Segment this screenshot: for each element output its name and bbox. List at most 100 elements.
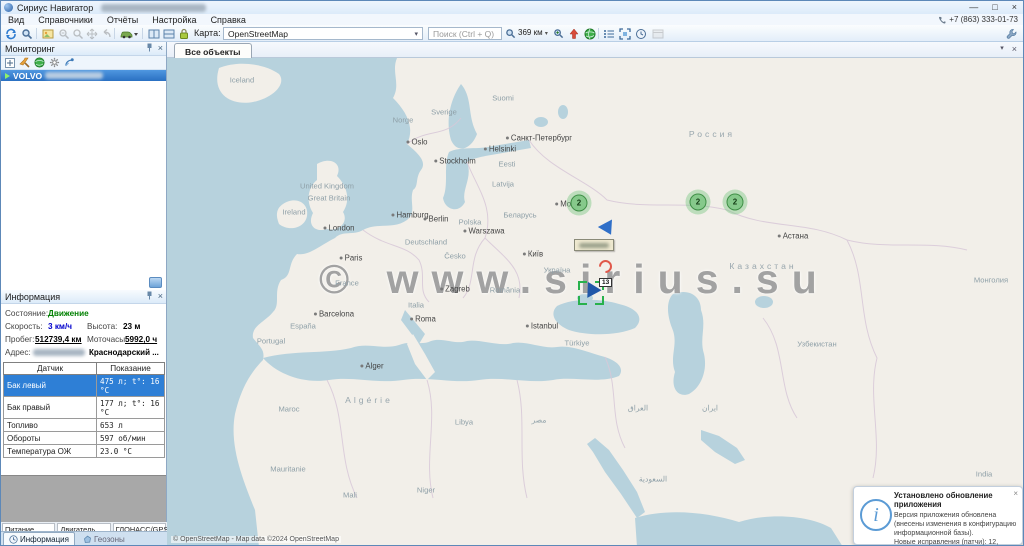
- close-button[interactable]: ×: [1012, 2, 1017, 12]
- map-select[interactable]: OpenStreetMap ▾: [223, 27, 423, 40]
- cluster-marker[interactable]: 2: [571, 195, 588, 212]
- wrench-icon[interactable]: [1005, 27, 1018, 40]
- globe-icon[interactable]: [583, 27, 596, 40]
- hours-label: Моточасы:: [87, 335, 127, 344]
- center-home-icon[interactable]: [567, 27, 580, 40]
- vehicle-map-label: [574, 239, 614, 251]
- split-horizontal-icon[interactable]: [147, 27, 160, 40]
- expand-icon[interactable]: [4, 57, 15, 68]
- minimize-button[interactable]: —: [969, 2, 978, 12]
- phone-icon: [938, 16, 946, 24]
- zoom-in-region-icon: [57, 27, 70, 40]
- value-col-header: Показание: [97, 363, 165, 375]
- sensor-value: 653 л: [97, 419, 165, 432]
- info-icon: i: [860, 499, 892, 531]
- map-image-icon[interactable]: [41, 27, 54, 40]
- mileage-label: Пробег:: [5, 335, 34, 344]
- gear-icon[interactable]: [49, 57, 60, 68]
- sensor-name: Бак левый: [4, 375, 97, 397]
- globe-small-icon[interactable]: [34, 57, 45, 68]
- cluster-marker[interactable]: 2: [727, 194, 744, 211]
- pan-icon: [85, 27, 98, 40]
- window-title: Сириус Навигатор: [17, 3, 93, 13]
- tab-close-icon[interactable]: ×: [1012, 44, 1017, 54]
- sensor-row[interactable]: Бак правый177 л; t°: 16 °C: [4, 397, 165, 419]
- info-title: Информация: [5, 292, 60, 302]
- tab-information[interactable]: Информация: [3, 532, 75, 545]
- redacted-address: [33, 349, 85, 356]
- cluster-marker[interactable]: 2: [690, 194, 707, 211]
- menu-item[interactable]: Настройка: [145, 15, 203, 25]
- monitoring-list-area[interactable]: [1, 81, 166, 290]
- zoom-out-region-icon: [71, 27, 84, 40]
- vehicle-count-tag: 13: [599, 278, 612, 287]
- menu-item[interactable]: Вид: [1, 15, 31, 25]
- vehicle-filter-icon[interactable]: [119, 27, 139, 40]
- update-notification[interactable]: i × Установлено обновление приложения Ве…: [853, 486, 1023, 545]
- info-header: Информация ×: [1, 290, 166, 304]
- menu-item[interactable]: Справка: [204, 15, 253, 25]
- satellite-icon[interactable]: [64, 57, 75, 68]
- clock-icon[interactable]: [634, 27, 647, 40]
- list-icon[interactable]: [602, 27, 615, 40]
- speed-value: 3 км/ч: [48, 322, 72, 331]
- lock-icon[interactable]: [177, 27, 190, 40]
- sensor-row[interactable]: Обороты597 об/мин: [4, 432, 165, 445]
- monitoring-title: Мониторинг: [5, 44, 55, 54]
- pin-icon[interactable]: [146, 291, 153, 300]
- menu-item[interactable]: Отчёты: [100, 15, 145, 25]
- hours-value[interactable]: 5992,0 ч: [125, 335, 157, 344]
- redacted-vehicle-plate: [45, 72, 103, 79]
- split-vertical-icon[interactable]: [162, 27, 175, 40]
- sensor-name: Обороты: [4, 432, 97, 445]
- zoom-plus-icon[interactable]: [552, 27, 565, 40]
- monitoring-header: Мониторинг ×: [1, 42, 166, 56]
- main-toolbar: Карта: OpenStreetMap ▾ Поиск (Ctrl + Q) …: [1, 25, 1023, 42]
- panel-mini-icon[interactable]: [149, 277, 162, 288]
- mileage-value[interactable]: 512739,4 км: [35, 335, 82, 344]
- sync-icon[interactable]: [4, 27, 17, 40]
- find-icon[interactable]: [504, 27, 517, 40]
- sensor-name: Топливо: [4, 419, 97, 432]
- notification-title: Установлено обновление приложения: [894, 491, 1010, 509]
- sensor-row[interactable]: Бак левый475 л; t°: 16 °C: [4, 375, 165, 397]
- sensor-value: 475 л; t°: 16 °C: [97, 375, 165, 397]
- tab-geozones[interactable]: Геозоны: [77, 532, 131, 545]
- menu-item[interactable]: Справочники: [31, 15, 100, 25]
- menu-bar: ВидСправочникиОтчётыНастройкаСправка: [1, 14, 1023, 25]
- clock-small-icon: [9, 535, 18, 544]
- search-input[interactable]: Поиск (Ctrl + Q): [428, 27, 502, 40]
- tab-all-objects[interactable]: Все объекты: [174, 43, 252, 59]
- sensor-value: 23.0 °C: [97, 445, 165, 458]
- map-select-label: Карта:: [194, 28, 221, 38]
- sensor-table: Датчик Показание Бак левый475 л; t°: 16 …: [3, 362, 165, 458]
- left-panel: Мониторинг × VOLVO Информация ×: [1, 42, 167, 545]
- map-area: Все объекты ▾ ×: [167, 42, 1023, 545]
- moving-indicator-icon: [5, 73, 10, 79]
- scale-select[interactable]: 369 км ▾: [518, 28, 548, 37]
- support-phone: +7 (863) 333-01-73: [938, 14, 1018, 25]
- geozone-icon: [83, 535, 92, 544]
- vehicle-row[interactable]: VOLVO: [1, 70, 166, 81]
- history-back-icon: [99, 27, 112, 40]
- alt-value: 23 м: [123, 322, 140, 331]
- info-fields: Состояние: Движение Скорость: 3 км/ч Выс…: [1, 304, 166, 361]
- sensor-row[interactable]: Температура ОЖ23.0 °C: [4, 445, 165, 458]
- pin-icon[interactable]: [146, 43, 153, 52]
- tab-list-dropdown-icon[interactable]: ▾: [1000, 44, 1004, 54]
- close-panel-icon[interactable]: ×: [158, 291, 163, 301]
- app-window: Сириус Навигатор — □ × ВидСправочникиОтч…: [0, 0, 1024, 546]
- app-icon: [4, 3, 13, 12]
- map-canvas[interactable]: © www.sirius.su IcelandNorgeSverigeSuomi…: [167, 58, 1024, 546]
- maximize-button[interactable]: □: [992, 2, 997, 12]
- tools-icon[interactable]: [19, 57, 30, 68]
- monitoring-toolbar: [1, 56, 166, 70]
- close-panel-icon[interactable]: ×: [158, 43, 163, 53]
- panel-filler: [1, 475, 166, 523]
- notification-close-icon[interactable]: ×: [1013, 489, 1018, 498]
- fit-screen-icon[interactable]: [618, 27, 631, 40]
- speed-label: Скорость:: [5, 322, 43, 331]
- search-icon[interactable]: [20, 27, 33, 40]
- sensor-row[interactable]: Топливо653 л: [4, 419, 165, 432]
- chevron-down-icon: ▾: [545, 31, 548, 37]
